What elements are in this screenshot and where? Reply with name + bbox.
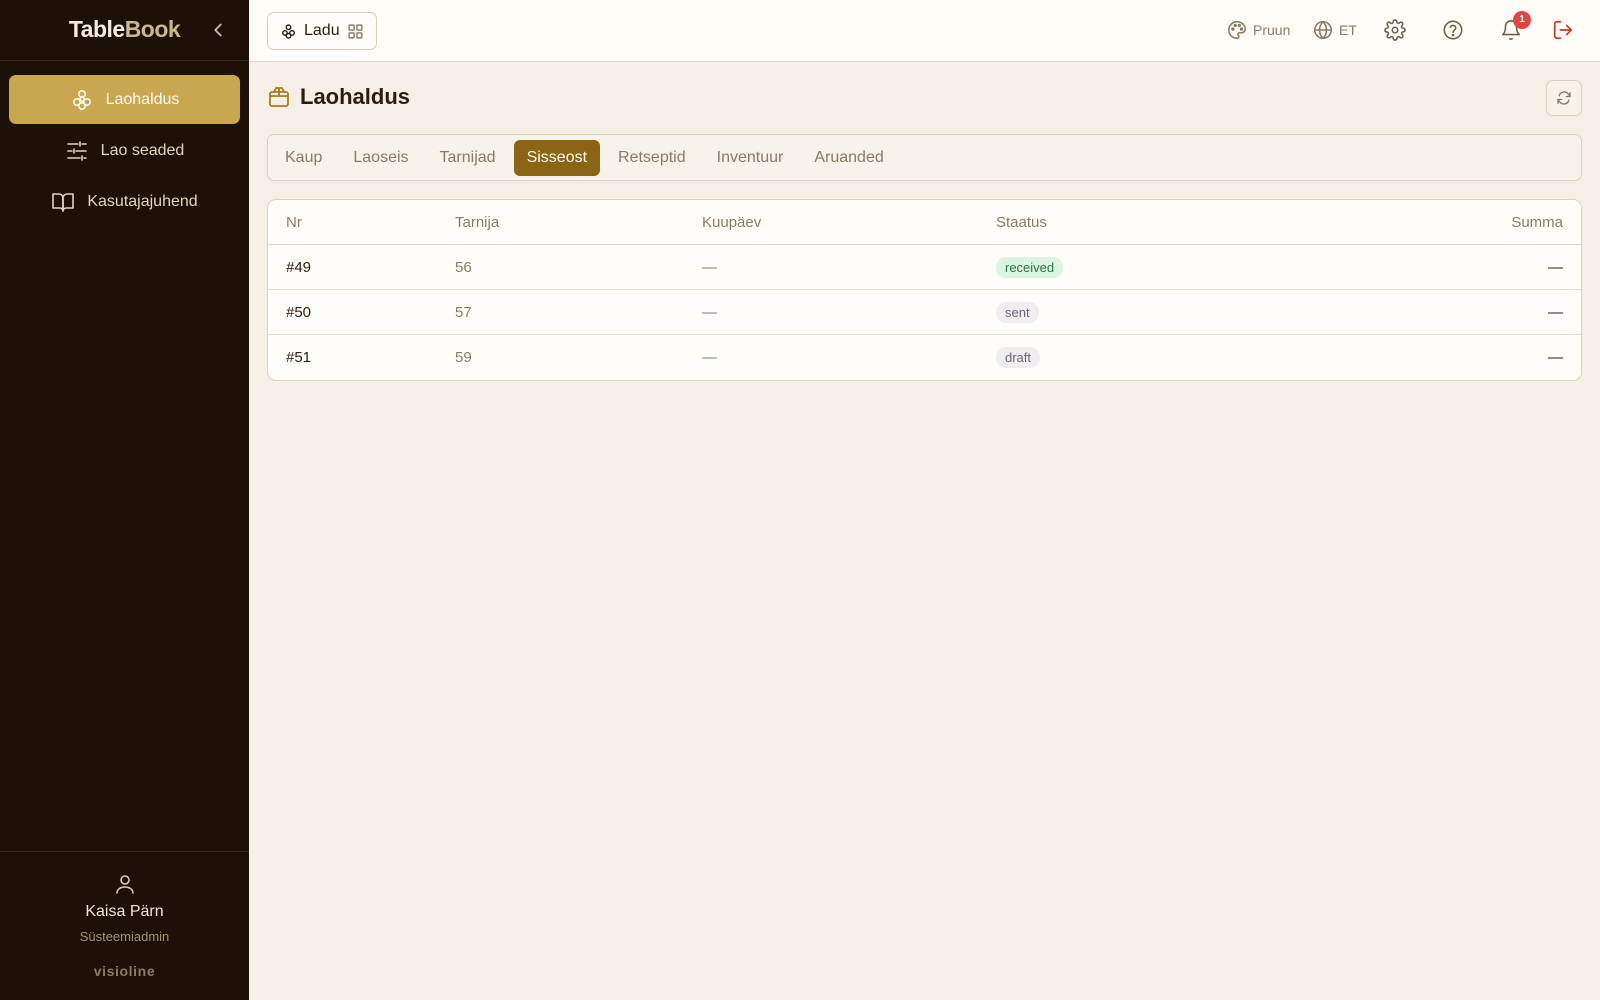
chevron-left-icon[interactable] [207, 19, 229, 41]
sidebar-item-label: Kasutajajuhend [87, 192, 198, 210]
globe-icon [1313, 20, 1333, 40]
sidebar: TableBook Laohaldus Lao seaded Kasutajaj… [0, 0, 249, 1000]
sidebar-item-lao-seaded[interactable]: Lao seaded [9, 126, 240, 175]
sidebar-item-label: Laohaldus [105, 90, 180, 108]
table-row[interactable]: #49 56 — received — [268, 245, 1581, 290]
sidebar-nav: Laohaldus Lao seaded Kasutajajuhend [0, 61, 249, 242]
status-badge: sent [996, 301, 1039, 323]
sidebar-item-kasutajajuhend[interactable]: Kasutajajuhend [9, 177, 240, 226]
purchases-table: Nr Tarnija Kuupäev Staatus Summa #49 56 … [267, 199, 1582, 381]
help-icon [1443, 20, 1463, 40]
refresh-icon [1557, 91, 1571, 105]
palette-icon [1228, 20, 1247, 40]
page-title: Laohaldus [300, 84, 411, 109]
tab-retseptid[interactable]: Retseptid [605, 140, 699, 176]
column-header-tarnija[interactable]: Tarnija [455, 214, 702, 231]
module-switcher-button[interactable]: Ladu [267, 12, 377, 50]
help-button[interactable] [1442, 19, 1464, 41]
cell-date: — [702, 258, 717, 276]
status-badge: draft [996, 347, 1041, 368]
tab-laoseis[interactable]: Laoseis [340, 140, 421, 176]
theme-label: Pruun [1253, 22, 1291, 38]
cell-sum: — [1548, 349, 1563, 366]
gear-icon [1384, 19, 1406, 41]
brand-header: TableBook [0, 0, 249, 61]
user-name: Kaisa Pärn [85, 903, 164, 920]
book-icon [52, 192, 75, 212]
module-label: Ladu [304, 22, 340, 39]
settings-button[interactable] [1384, 19, 1406, 41]
tab-kaup[interactable]: Kaup [272, 140, 335, 176]
sidebar-item-laohaldus[interactable]: Laohaldus [9, 75, 240, 124]
package-icon [269, 87, 289, 107]
cell-supplier: 59 [455, 349, 472, 366]
tab-bar: Kaup Laoseis Tarnijad Sisseost Retseptid… [267, 134, 1582, 181]
column-header-kuupaev[interactable]: Kuupäev [702, 214, 996, 231]
tab-aruanded[interactable]: Aruanded [801, 140, 896, 176]
main-content: Laohaldus Kaup Laoseis Tarnijad Sisseost… [249, 62, 1600, 1000]
cell-nr: #50 [286, 303, 312, 321]
cell-status: draft [996, 347, 1296, 368]
sliders-icon [66, 140, 87, 161]
notification-badge: 1 [1513, 11, 1531, 29]
table-row[interactable]: #50 57 — sent — [268, 290, 1581, 335]
column-header-nr[interactable]: Nr [268, 214, 455, 231]
table-row[interactable]: #51 59 — draft — [268, 335, 1581, 380]
notifications-button[interactable]: 1 [1500, 11, 1531, 41]
cell-sum: — [1548, 303, 1563, 321]
cell-supplier: 56 [455, 258, 472, 276]
logo-text-book: Book [124, 16, 181, 42]
logout-icon [1553, 20, 1573, 40]
language-switcher[interactable]: ET [1312, 19, 1357, 41]
table-header: Nr Tarnija Kuupäev Staatus Summa [268, 200, 1581, 245]
user-role: Süsteemiadmin [79, 929, 170, 944]
column-header-summa[interactable]: Summa [1296, 214, 1581, 231]
cell-supplier: 57 [455, 303, 472, 321]
language-label: ET [1339, 22, 1357, 38]
tab-inventuur[interactable]: Inventuur [704, 140, 797, 176]
boxes-icon [281, 23, 296, 39]
cell-status: received [996, 256, 1296, 278]
page-header: Laohaldus [267, 84, 410, 110]
topbar: Ladu Pruun ET 1 [249, 0, 1600, 62]
cell-nr: #51 [286, 349, 312, 366]
sidebar-item-label: Lao seaded [100, 141, 185, 159]
refresh-button[interactable] [1546, 80, 1582, 116]
status-badge: received [996, 256, 1064, 278]
column-header-staatus[interactable]: Staatus [996, 214, 1296, 231]
cell-date: — [702, 349, 717, 366]
cell-date: — [702, 303, 717, 321]
grid-icon [348, 23, 363, 39]
boxes-icon [72, 89, 91, 110]
user-panel: Kaisa Pärn Süsteemiadmin visioline [0, 851, 249, 1000]
footer-brand: visioline [93, 963, 156, 979]
tab-tarnijad[interactable]: Tarnijad [427, 140, 509, 176]
cell-nr: #49 [286, 258, 312, 276]
cell-status: sent [996, 301, 1296, 323]
logo-text-table: Table [68, 16, 125, 42]
cell-sum: — [1548, 258, 1563, 276]
theme-switcher[interactable]: Pruun [1226, 19, 1290, 41]
tab-sisseost[interactable]: Sisseost [513, 139, 601, 176]
logout-button[interactable] [1552, 19, 1574, 41]
user-icon[interactable] [113, 872, 137, 896]
